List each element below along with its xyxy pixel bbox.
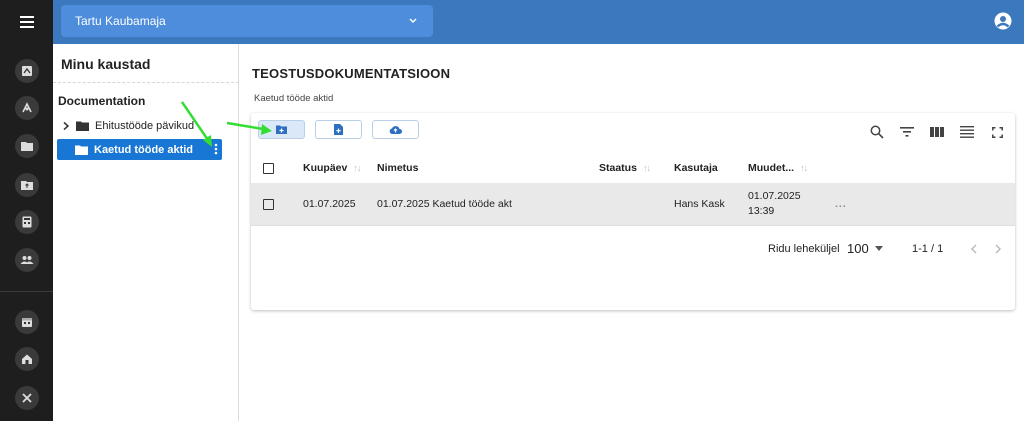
rail-folder[interactable]: [8, 130, 45, 162]
tools-icon: [21, 102, 32, 113]
tree-divider: [53, 82, 239, 83]
folder-icon: [20, 142, 33, 151]
rail-tools[interactable]: [8, 92, 45, 124]
filter-icon[interactable]: [899, 124, 915, 140]
calculator-icon: [22, 216, 31, 228]
users-icon: [20, 256, 33, 264]
folder-icon: [76, 121, 89, 131]
rail-calendar[interactable]: [8, 306, 45, 338]
tree-root-label[interactable]: Documentation: [58, 94, 145, 108]
chevron-down-icon: [409, 18, 417, 24]
table-tools: [869, 124, 1005, 140]
create-folder-button[interactable]: [258, 120, 305, 139]
rail-users[interactable]: [8, 244, 45, 276]
sort-icon[interactable]: ↑↓: [800, 163, 808, 173]
row-modified-time: 13:39: [748, 205, 775, 217]
chevron-right-icon[interactable]: [58, 121, 74, 131]
settings-tools-icon: [21, 393, 32, 403]
breadcrumb: Kaetud tööde aktid: [254, 93, 334, 104]
column-name[interactable]: Nimetus: [377, 153, 418, 183]
company-select[interactable]: Tartu Kaubamaja: [61, 5, 433, 37]
chevron-left-icon[interactable]: [970, 226, 978, 271]
rows-per-page-select[interactable]: 100: [847, 226, 883, 271]
rail-folder-upload[interactable]: [8, 169, 45, 201]
row-actions-icon[interactable]: ...: [835, 183, 847, 225]
dashboard-icon: [21, 66, 32, 76]
rows-per-page-label: Ridu leheküljel: [768, 242, 840, 255]
left-rail: [0, 0, 53, 421]
column-modified[interactable]: Muudet... ↑↓: [748, 153, 808, 183]
add-document-button[interactable]: [315, 120, 362, 139]
column-user[interactable]: Kasutaja: [674, 153, 718, 183]
density-icon[interactable]: [959, 124, 975, 140]
tree-title: Minu kaustad: [61, 56, 151, 72]
file-add-icon: [334, 124, 343, 135]
company-select-label: Tartu Kaubamaja: [75, 14, 166, 28]
chevron-right-icon[interactable]: [994, 226, 1002, 271]
rail-settings-tools[interactable]: [8, 382, 45, 414]
rail-dashboard[interactable]: [8, 55, 45, 87]
table-row[interactable]: 01.07.2025 01.07.2025 Kaetud tööde akt H…: [251, 183, 1015, 225]
upload-button[interactable]: [372, 120, 419, 139]
tree-item-kaetud[interactable]: Kaetud tööde aktid: [57, 139, 222, 160]
documents-table-card: Kuupäev ↑↓ Nimetus Staatus ↑↓ Kasutaja Muu…: [251, 113, 1015, 310]
column-date[interactable]: Kuupäev ↑↓: [303, 153, 361, 183]
select-all-checkbox[interactable]: [263, 153, 274, 183]
menu-button[interactable]: [0, 0, 53, 44]
sort-icon[interactable]: ↑↓: [353, 163, 361, 173]
rail-separator: [0, 291, 53, 292]
tree-item-ehitustoode[interactable]: Ehitustööde pävikud: [58, 115, 223, 136]
pagination-range: 1-1 / 1: [912, 242, 944, 255]
sort-icon[interactable]: ↑↓: [643, 163, 651, 173]
folder-add-icon: [276, 125, 287, 134]
columns-icon[interactable]: [929, 124, 945, 140]
calendar-icon: [21, 318, 32, 327]
folder-tree-panel: Minu kaustad Documentation Ehitustööde p…: [53, 44, 239, 421]
row-checkbox[interactable]: [263, 183, 274, 225]
main-content: TEOSTUSDOKUMENTATSIOON Kaetud tööde akti…: [240, 44, 1024, 421]
top-header: Tartu Kaubamaja: [53, 0, 1024, 44]
more-vert-icon[interactable]: [214, 143, 218, 158]
page-title: TEOSTUSDOKUMENTATSIOON: [252, 66, 451, 81]
folder-icon: [75, 145, 88, 155]
account-icon[interactable]: [994, 12, 1012, 30]
rail-calculator[interactable]: [8, 206, 45, 238]
table-footer: Ridu leheküljel 100 1-1 / 1: [251, 225, 1015, 270]
home-icon: [21, 354, 32, 364]
row-modified-date: 01.07.2025: [748, 190, 801, 202]
search-icon[interactable]: [869, 124, 885, 140]
tree-item-label: Ehitustööde pävikud: [95, 119, 195, 132]
menu-icon: [19, 16, 34, 28]
action-buttons: [258, 120, 419, 139]
tree-item-label: Kaetud tööde aktid: [94, 143, 194, 156]
row-date: 01.07.2025: [303, 198, 356, 210]
app-root: Tartu Kaubamaja Minu kaustad Documentati…: [0, 0, 1024, 421]
folder-upload-icon: [20, 181, 33, 190]
rail-home[interactable]: [8, 343, 45, 375]
cloud-upload-icon: [389, 126, 402, 134]
row-user: Hans Kask: [674, 198, 725, 210]
table-header: Kuupäev ↑↓ Nimetus Staatus ↑↓ Kasutaja Muu…: [251, 153, 1015, 183]
caret-down-icon: [874, 246, 883, 251]
row-name[interactable]: 01.07.2025 Kaetud tööde akt: [377, 183, 512, 225]
row-modified: 01.07.2025 13:39: [748, 183, 801, 225]
column-status[interactable]: Staatus ↑↓: [599, 153, 651, 183]
fullscreen-icon[interactable]: [989, 124, 1005, 140]
